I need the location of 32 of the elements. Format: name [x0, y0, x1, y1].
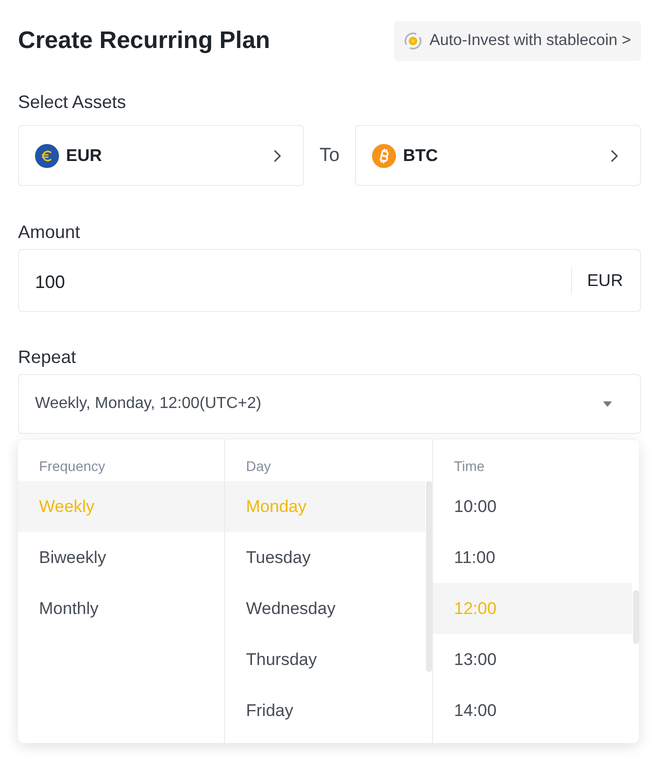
column-heading: Frequency: [39, 458, 106, 474]
option-item[interactable]: Monthly: [18, 583, 224, 634]
auto-invest-button[interactable]: Auto-Invest with stablecoin >: [394, 21, 641, 61]
option-item[interactable]: Friday: [225, 685, 425, 736]
amount-field[interactable]: 100 EUR: [18, 249, 641, 312]
chevron-right-icon: [611, 150, 618, 162]
column-heading: Day: [246, 458, 271, 474]
bitcoin-coin-icon: [372, 144, 396, 168]
coin-cycle-icon: [404, 32, 422, 50]
chevron-right-icon: [274, 150, 281, 162]
currency-label: EUR: [587, 270, 623, 290]
repeat-label: Repeat: [18, 346, 76, 369]
option-item[interactable]: 10:00: [433, 481, 632, 532]
option-item[interactable]: 11:00: [433, 532, 632, 583]
option-item[interactable]: Tuesday: [225, 532, 425, 583]
column-heading: Time: [454, 458, 485, 474]
asset-selector[interactable]: BTC: [355, 125, 641, 186]
option-item[interactable]: Wednesday: [225, 583, 425, 634]
option-item[interactable]: 13:00: [433, 634, 632, 685]
repeat-select[interactable]: Weekly, Monday, 12:00(UTC+2): [18, 374, 641, 434]
caret-down-icon: [603, 401, 612, 407]
option-item[interactable]: Thursday: [225, 634, 425, 685]
asset-selector[interactable]: EUR: [18, 125, 304, 186]
scrollbar-thumb[interactable]: [633, 590, 639, 644]
option-item[interactable]: Biweekly: [18, 532, 224, 583]
select-assets-label: Select Assets: [18, 91, 126, 114]
amount-label: Amount: [18, 221, 80, 244]
option-item[interactable]: 14:00: [433, 685, 632, 736]
scrollbar-thumb[interactable]: [426, 481, 432, 672]
euro-coin-icon: [35, 144, 59, 168]
connector-label: To: [319, 144, 340, 166]
page-title: Create Recurring Plan: [18, 26, 270, 56]
